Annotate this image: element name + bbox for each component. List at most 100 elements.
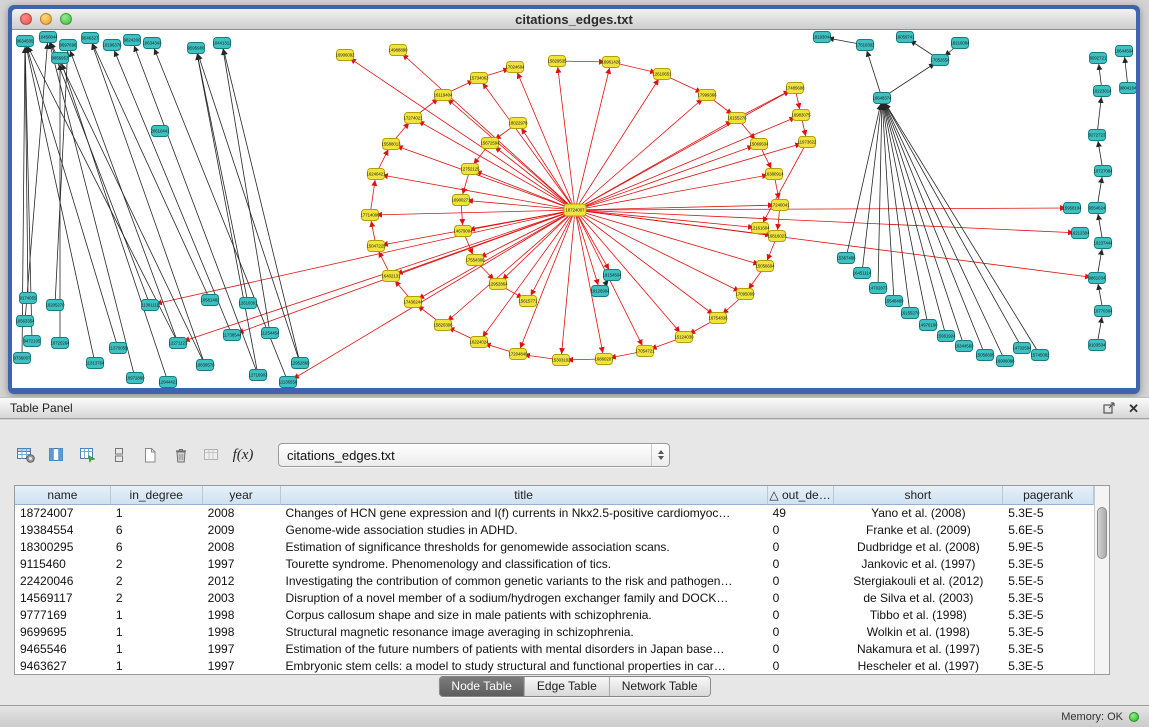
table-row[interactable]: 1830029562008Estimation of significance … xyxy=(15,539,1094,556)
graph-node[interactable]: 10237444 xyxy=(1093,238,1113,249)
table-row[interactable]: 969969511998Structural magnetic resonanc… xyxy=(15,624,1094,641)
graph-node[interactable]: 17554300 xyxy=(465,255,485,266)
graph-node[interactable]: 16240421 xyxy=(366,169,386,180)
table-scrollbar[interactable] xyxy=(1094,486,1109,674)
graph-node[interactable]: 16155276 xyxy=(727,113,747,124)
graph-node[interactable]: 9824200 xyxy=(124,35,141,46)
graph-node[interactable]: 10441312 xyxy=(212,38,232,49)
graph-node[interactable]: 16648374 xyxy=(872,93,892,104)
graph-node[interactable]: 9595980 xyxy=(188,43,205,54)
column-header-name[interactable]: name xyxy=(15,486,111,505)
column-header-year[interactable]: year xyxy=(203,486,281,505)
graph-node[interactable]: 19154504 xyxy=(602,270,622,281)
graph-node[interactable]: 12716903 xyxy=(248,370,268,381)
graph-node[interactable]: 10770304 xyxy=(1093,306,1113,317)
graph-node[interactable]: 10839570 xyxy=(195,360,215,371)
graph-node[interactable]: 15958104 xyxy=(1062,203,1082,214)
graph-node[interactable]: 10581482 xyxy=(200,295,220,306)
graph-node[interactable]: 18022978 xyxy=(508,118,528,129)
column-header-short[interactable]: short xyxy=(834,486,1004,505)
graph-node[interactable]: 12610301 xyxy=(238,298,258,309)
graph-node[interactable]: 10900271 xyxy=(451,195,471,206)
combobox-arrows-icon[interactable] xyxy=(651,444,669,466)
graph-node[interactable]: 17714006 xyxy=(360,210,380,221)
graph-node[interactable]: 9554624 xyxy=(1089,203,1106,214)
graph-node[interactable]: 9174055 xyxy=(20,293,37,304)
graph-node[interactable]: 11136558 xyxy=(279,377,298,388)
graph-node[interactable]: 15961924 xyxy=(936,331,956,342)
close-button[interactable] xyxy=(20,13,32,25)
graph-node[interactable]: 12271123 xyxy=(169,338,188,349)
graph-node[interactable]: 9272723 xyxy=(1089,130,1106,141)
graph-node[interactable]: 11973622 xyxy=(798,137,817,148)
graph-node[interactable]: 15829535 xyxy=(547,56,567,67)
graph-node[interactable]: 17052654 xyxy=(930,55,950,66)
graph-node[interactable]: 16906098 xyxy=(995,356,1015,367)
column-header-out_degree[interactable]: △ out_de… xyxy=(768,486,834,505)
graph-node[interactable]: 15615771 xyxy=(518,296,538,307)
graph-node[interactable]: 10644504 xyxy=(1114,46,1134,57)
graph-node[interactable]: 9092721 xyxy=(1090,53,1107,64)
graph-node[interactable]: 16906092 xyxy=(335,50,355,61)
graph-node[interactable]: 17510302 xyxy=(855,40,875,51)
graph-node[interactable]: 10563354 xyxy=(15,316,35,327)
graph-node[interactable]: 17054721 xyxy=(635,346,655,357)
row-tools-icon[interactable] xyxy=(107,443,131,467)
graph-node[interactable]: 10727084 xyxy=(1093,166,1113,177)
graph-node[interactable]: 15745082 xyxy=(1030,350,1050,361)
graph-node[interactable]: 12952864 xyxy=(488,279,508,290)
graph-node[interactable]: 16961426 xyxy=(601,57,621,68)
graph-node[interactable]: 10450844 xyxy=(38,32,58,43)
graph-node[interactable]: 15056604 xyxy=(755,261,775,272)
graph-node[interactable]: 15069534 xyxy=(749,139,769,150)
graph-node[interactable]: 12610651 xyxy=(652,69,672,80)
graph-node[interactable]: 16155270 xyxy=(900,308,920,319)
graph-node[interactable]: 11313764 xyxy=(86,358,105,369)
graph-node[interactable]: 15124030 xyxy=(674,332,694,343)
graph-node[interactable]: 16212304 xyxy=(1070,228,1090,239)
graph-node[interactable]: 15047225 xyxy=(366,241,386,252)
network-graph[interactable]: 1872400715829535169614261261065117999366… xyxy=(12,30,1136,388)
zoom-button[interactable] xyxy=(60,13,72,25)
graph-node[interactable]: 16754836 xyxy=(708,313,728,324)
graph-node[interactable]: 9856953 xyxy=(52,53,69,64)
graph-node[interactable]: 18216084 xyxy=(950,38,970,49)
tab-edge-table[interactable]: Edge Table xyxy=(524,677,609,696)
tab-node-table[interactable]: Node Table xyxy=(439,677,524,696)
graph-node[interactable]: 16860207 xyxy=(594,354,614,365)
graph-node[interactable]: 17436244 xyxy=(403,297,423,308)
float-panel-icon[interactable] xyxy=(1103,402,1116,414)
graph-node[interactable]: 15820306 xyxy=(433,320,453,331)
graph-node[interactable]: 16380914 xyxy=(764,169,784,180)
graph-node[interactable]: 9697696 xyxy=(60,40,77,51)
table-row[interactable]: 977716911998Corpus callosum shape and si… xyxy=(15,607,1094,624)
graph-node[interactable]: 12952869 xyxy=(290,358,310,369)
graph-node[interactable]: 9804104 xyxy=(1120,83,1137,94)
delete-column-icon[interactable] xyxy=(169,443,193,467)
table-options-icon[interactable] xyxy=(14,443,38,467)
graph-node[interactable]: 16119404 xyxy=(434,90,453,101)
graph-node[interactable]: 10972860 xyxy=(125,373,145,384)
column-header-in_degree[interactable]: in_degree xyxy=(111,486,203,505)
graph-node[interactable]: 16402131 xyxy=(381,271,401,282)
table-mode-icon[interactable] xyxy=(76,443,100,467)
graph-node[interactable]: 15548489 xyxy=(884,296,904,307)
graph-node[interactable]: 14702873 xyxy=(868,283,888,294)
graph-node[interactable]: 16816023 xyxy=(767,231,787,242)
graph-node[interactable]: 17024604 xyxy=(505,62,525,73)
graph-node[interactable]: 9103504 xyxy=(1089,340,1106,351)
graph-node[interactable]: 14679004 xyxy=(453,226,473,237)
graph-node[interactable]: 18193044 xyxy=(812,32,832,43)
graph-node[interactable]: 14976160 xyxy=(918,320,938,331)
graph-node[interactable]: 11370055 xyxy=(109,343,128,354)
graph-node[interactable]: 9472105 xyxy=(24,336,41,347)
window-titlebar[interactable]: citations_edges.txt xyxy=(12,9,1136,30)
graph-node[interactable]: 15056605 xyxy=(975,350,995,361)
graph-node[interactable]: 14732594 xyxy=(1012,343,1032,354)
graph-node[interactable]: 16344560 xyxy=(954,341,974,352)
table-row[interactable]: 2242004622012Investigating the contribut… xyxy=(15,573,1094,590)
column-header-title[interactable]: title xyxy=(281,486,768,505)
graph-node[interactable]: 10634343 xyxy=(142,38,162,49)
column-header-pagerank[interactable]: pagerank xyxy=(1003,486,1094,505)
graph-node[interactable]: 17240041 xyxy=(770,200,790,211)
